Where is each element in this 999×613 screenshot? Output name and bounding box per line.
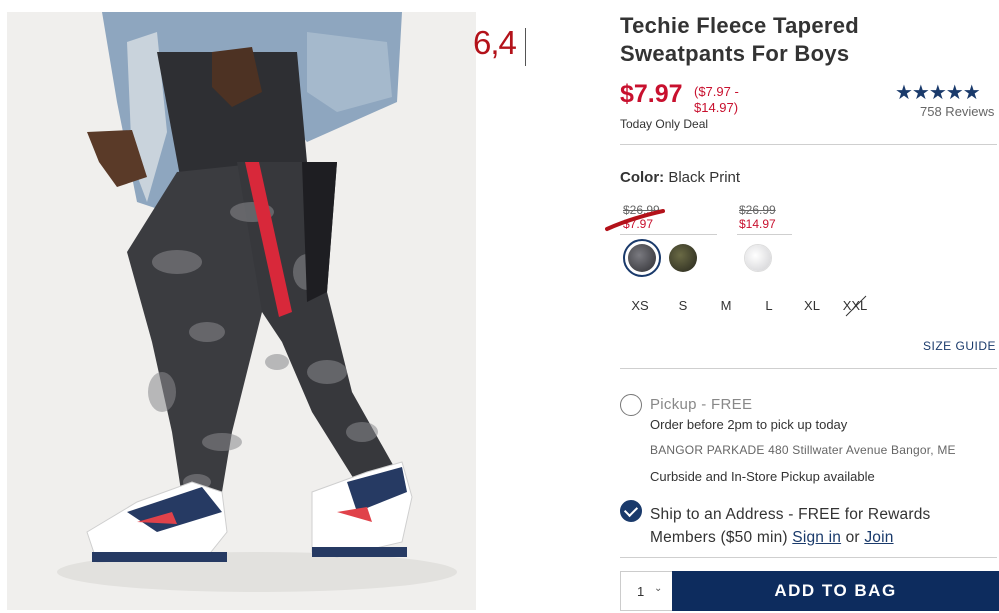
size-s[interactable]: S [663, 298, 703, 313]
color-label-key: Color: [620, 169, 665, 186]
sale-price: $14.97 [739, 217, 776, 231]
swatch-black-print-dot [628, 244, 656, 272]
product-image [7, 12, 476, 610]
swatch-camo-dot [669, 244, 697, 272]
unavailable-cross-icon [845, 295, 867, 317]
join-link[interactable]: Join [864, 529, 893, 546]
curbside-note: Curbside and In-Store Pickup available [650, 469, 875, 484]
quantity-select[interactable]: 1 ⌄ [620, 571, 672, 611]
divider [620, 557, 997, 558]
price-range-line1: ($7.97 - [694, 84, 739, 99]
pickup-subtitle: Order before 2pm to pick up today [650, 417, 848, 432]
swatch-white-dot [745, 245, 771, 271]
deal-note: Today Only Deal [620, 117, 709, 131]
size-m[interactable]: M [706, 298, 746, 313]
text-cursor [525, 28, 526, 66]
add-to-bag-button[interactable]: ADD TO BAG [672, 571, 999, 611]
divider [620, 368, 997, 369]
color-label: Color: Black Print [620, 169, 740, 186]
chevron-down-icon: ⌄ [654, 583, 663, 594]
size-xs[interactable]: XS [620, 298, 660, 313]
quantity-value: 1 [637, 584, 645, 599]
size-guide-link[interactable]: SIZE GUIDE [923, 339, 996, 353]
annotation-number: 6,4 [473, 24, 517, 61]
store-link[interactable]: BANGOR PARKADE 480 Stillwater Avenue Ban… [650, 443, 956, 457]
swatch-black-print[interactable] [623, 239, 661, 277]
product-price: $7.97 [620, 80, 683, 108]
rating-stars[interactable]: ★★★★★ [895, 80, 981, 105]
price-range: ($7.97 - $14.97) [694, 84, 739, 116]
ship-radio[interactable] [620, 500, 642, 522]
pickup-title[interactable]: Pickup - FREE [650, 396, 752, 413]
or-text: or [845, 529, 860, 546]
swatch-group-line [620, 234, 717, 235]
reviews-link[interactable]: 758 Reviews [920, 104, 994, 119]
ship-option[interactable]: Ship to an Address - FREE for Rewards Me… [650, 503, 995, 549]
color-selected-name: Black Print [668, 169, 741, 186]
original-price: $26.99 [739, 203, 776, 217]
red-strike-mark [605, 209, 665, 231]
swatch-camo[interactable] [669, 244, 697, 272]
swatch-group-line [737, 234, 792, 235]
pickup-radio[interactable] [620, 394, 642, 416]
size-l[interactable]: L [749, 298, 789, 313]
size-xl[interactable]: XL [792, 298, 832, 313]
product-title: Techie Fleece Tapered Sweatpants For Boy… [620, 13, 860, 66]
swatch-white[interactable] [744, 244, 772, 272]
sign-in-link[interactable]: Sign in [792, 529, 841, 546]
divider [620, 144, 997, 145]
price-range-line2: $14.97) [694, 100, 739, 115]
